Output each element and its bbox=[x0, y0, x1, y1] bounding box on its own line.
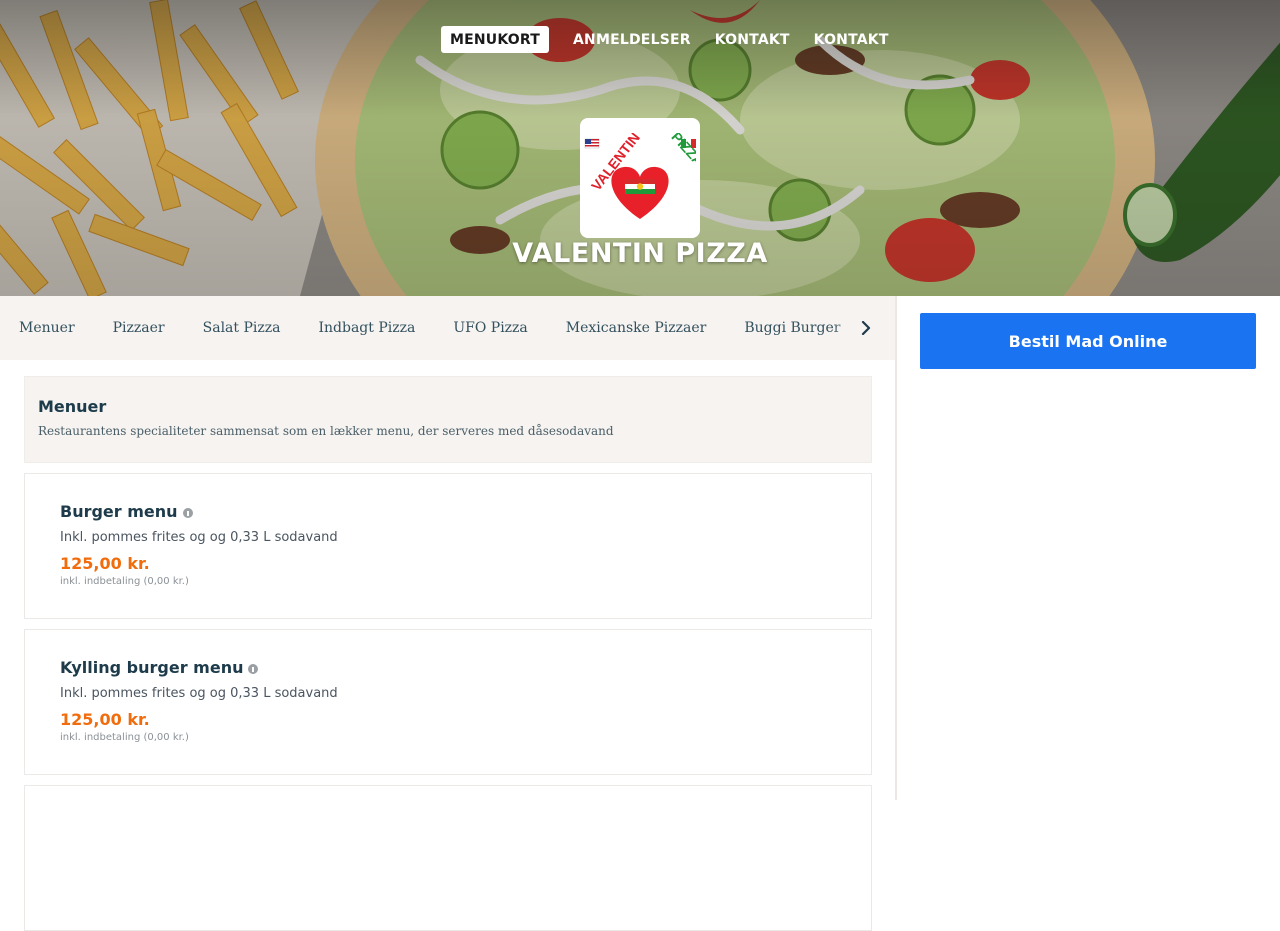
item-deposit: inkl. indbetaling (0,00 kr.) bbox=[60, 732, 189, 743]
category-list: Menuer Pizzaer Salat Pizza Indbagt Pizza… bbox=[0, 296, 895, 360]
item-price: 125,00 kr. bbox=[60, 710, 150, 729]
item-description: Inkl. pommes frites og og 0,33 L sodavan… bbox=[60, 530, 338, 545]
chevron-right-icon bbox=[861, 321, 871, 335]
menu-item-card[interactable]: Kylling burger menu Inkl. pommes frites … bbox=[24, 629, 872, 775]
category-mexicanske-pizzaer[interactable]: Mexicanske Pizzaer bbox=[547, 320, 726, 336]
category-bar: Menuer Pizzaer Salat Pizza Indbagt Pizza… bbox=[0, 296, 895, 360]
category-salat-pizza[interactable]: Salat Pizza bbox=[184, 320, 300, 336]
category-ufo-pizza[interactable]: UFO Pizza bbox=[434, 320, 546, 336]
item-description: Inkl. pommes frites og og 0,33 L sodavan… bbox=[60, 686, 338, 701]
item-title: Burger menu bbox=[60, 502, 178, 521]
section-description: Restaurantens specialiteter sammensat so… bbox=[38, 424, 614, 438]
section-header: Menuer Restaurantens specialiteter samme… bbox=[24, 376, 872, 463]
logo-word-right: PIZZA bbox=[668, 133, 696, 169]
hero-banner: MENUKORT ANMELDELSER KONTAKT KONTAKT VAL… bbox=[0, 0, 1280, 296]
heart-logo-icon: VALENTIN PIZZA bbox=[584, 133, 696, 219]
restaurant-name: VALENTIN PIZZA bbox=[512, 238, 768, 269]
item-title: Kylling burger menu bbox=[60, 658, 244, 677]
category-scroll-right[interactable] bbox=[833, 296, 895, 360]
nav-anmeldelser[interactable]: ANMELDELSER bbox=[564, 26, 700, 53]
nav-kontakt[interactable]: KONTAKT bbox=[706, 26, 799, 53]
item-deposit: inkl. indbetaling (0,00 kr.) bbox=[60, 576, 189, 587]
category-menuer[interactable]: Menuer bbox=[0, 320, 94, 336]
order-online-button[interactable]: Bestil Mad Online bbox=[920, 313, 1256, 369]
restaurant-logo: VALENTIN PIZZA bbox=[580, 118, 700, 238]
nav-menukort[interactable]: MENUKORT bbox=[441, 26, 550, 53]
menu-item-card[interactable]: Burger menu Inkl. pommes frites og og 0,… bbox=[24, 473, 872, 619]
item-price: 125,00 kr. bbox=[60, 554, 150, 573]
top-navigation: MENUKORT ANMELDELSER KONTAKT KONTAKT bbox=[441, 26, 904, 53]
item-title-row: Kylling burger menu bbox=[60, 658, 836, 677]
item-title-row: Burger menu bbox=[60, 502, 836, 521]
nav-kontakt-2[interactable]: KONTAKT bbox=[805, 26, 898, 53]
info-icon[interactable] bbox=[248, 664, 259, 674]
category-pizzaer[interactable]: Pizzaer bbox=[94, 320, 184, 336]
category-indbagt-pizza[interactable]: Indbagt Pizza bbox=[299, 320, 434, 336]
menu-item-card-partial[interactable] bbox=[24, 785, 872, 931]
menu-content: Menuer Restaurantens specialiteter samme… bbox=[24, 376, 872, 931]
order-sidebar: Bestil Mad Online bbox=[897, 296, 1280, 800]
section-title: Menuer bbox=[38, 397, 107, 416]
info-icon[interactable] bbox=[182, 508, 193, 518]
